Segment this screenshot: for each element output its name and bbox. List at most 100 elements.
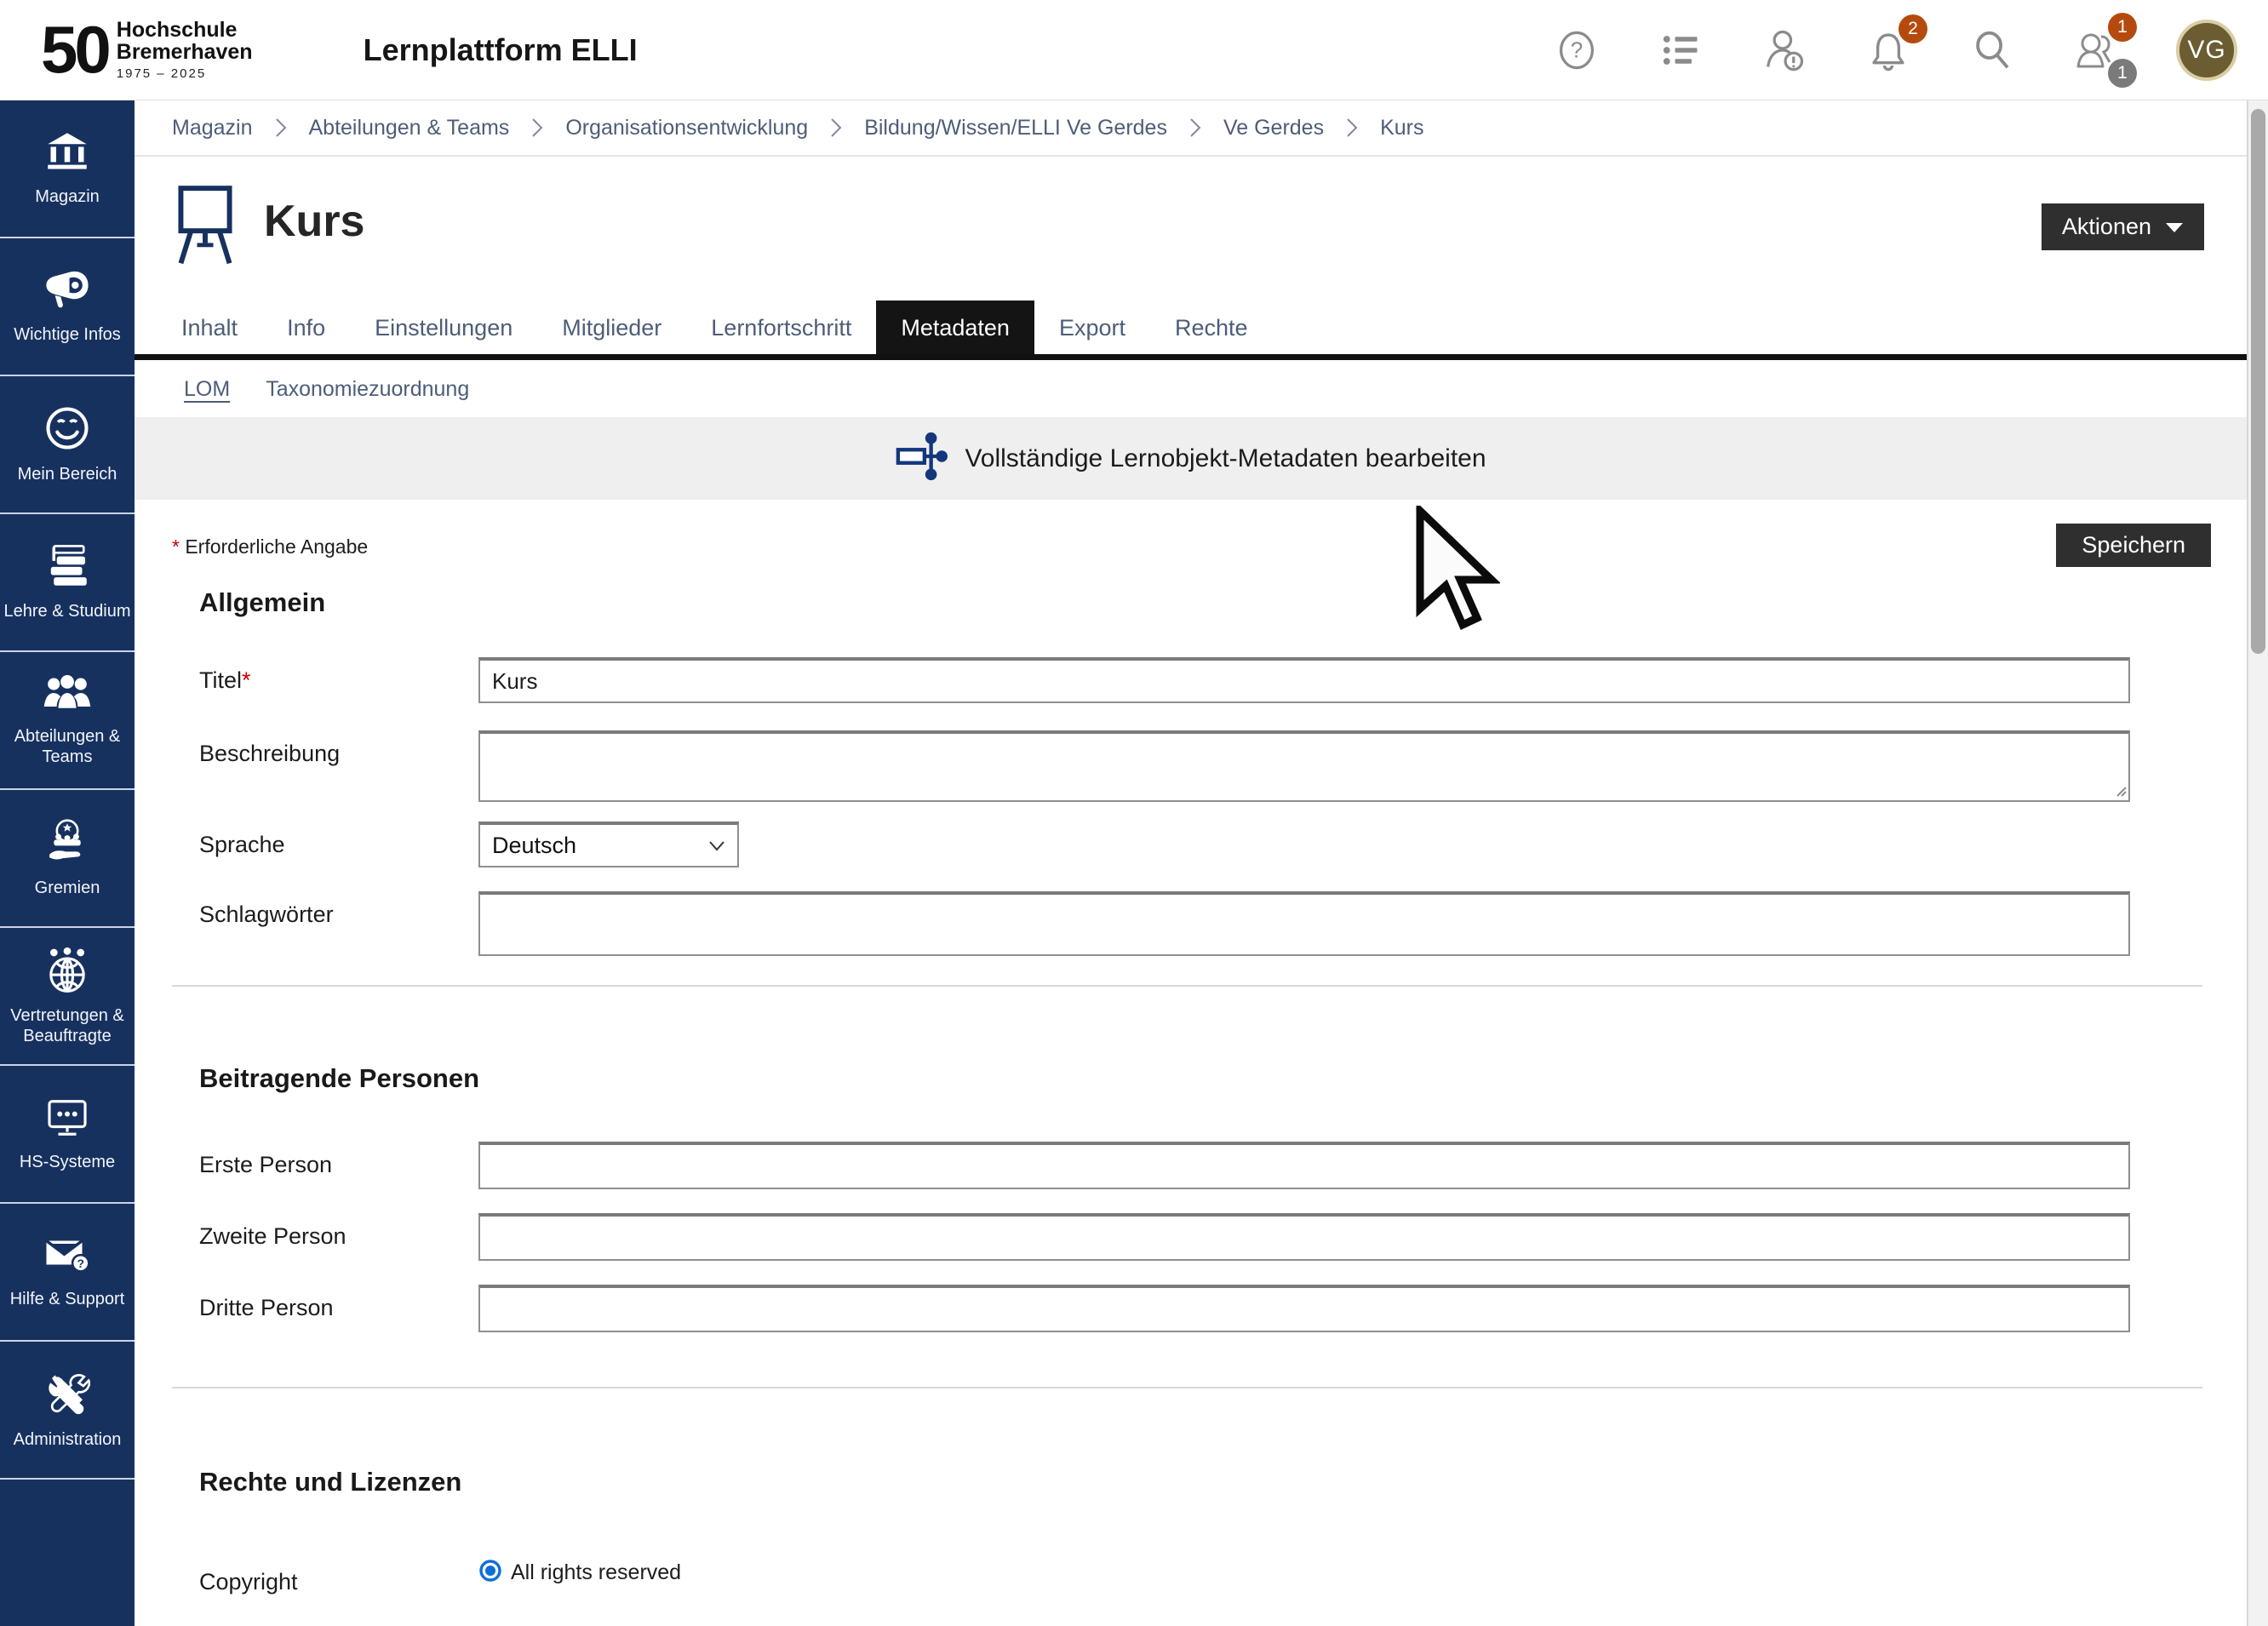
dritte-person-input[interactable] (478, 1285, 2130, 1332)
mail-question-icon: ? (43, 1235, 91, 1280)
sidebar-item-hilfe-support[interactable]: ? Hilfe & Support (0, 1204, 135, 1342)
field-label-dritte-person: Dritte Person (199, 1285, 478, 1332)
vertical-scrollbar[interactable] (2248, 100, 2268, 1626)
sidebar-item-label: Mein Bereich (14, 464, 121, 484)
breadcrumb: Magazin Abteilungen & Teams Organisation… (135, 100, 2247, 157)
search-icon[interactable] (1968, 26, 2016, 74)
section-divider (172, 985, 2202, 987)
sidebar-item-magazin[interactable]: Magazin (0, 100, 135, 238)
titel-input[interactable] (478, 657, 2130, 703)
contacts-badge-top: 1 (2108, 13, 2137, 42)
sidebar-item-label: Gremien (32, 878, 104, 898)
sidebar-item-label: Abteilungen & Teams (0, 726, 135, 767)
breadcrumb-link[interactable]: Abteilungen & Teams (309, 116, 510, 140)
sidebar-filler (0, 1480, 135, 1626)
app-header: 50 Hochschule Bremerhaven 1975 – 2025 Le… (0, 0, 2268, 100)
books-icon (43, 544, 91, 593)
sidebar-item-label: Lehre & Studium (1, 601, 135, 621)
actions-button[interactable]: Aktionen (2042, 203, 2204, 250)
sidebar-item-hs-systeme[interactable]: HS-Systeme (0, 1066, 135, 1204)
main-content: Magazin Abteilungen & Teams Organisation… (135, 100, 2248, 1626)
section-heading-allgemein: Allgemein (199, 587, 2247, 618)
field-label-schlagwoerter: Schlagwörter (199, 891, 478, 956)
required-row: * Erforderliche Angabe Speichern (135, 524, 2247, 567)
sidebar-item-label: Magazin (32, 186, 103, 207)
scrollbar-thumb[interactable] (2251, 109, 2265, 654)
sidebar-item-mein-bereich[interactable]: Mein Bereich (0, 376, 135, 514)
breadcrumb-link[interactable]: Ve Gerdes (1223, 116, 1324, 140)
field-row-dritte-person: Dritte Person (199, 1285, 2247, 1332)
logo-text: Hochschule Bremerhaven 1975 – 2025 (117, 19, 253, 82)
tab-rechte[interactable]: Rechte (1150, 301, 1273, 354)
sidebar-item-abteilungen-teams[interactable]: Abteilungen & Teams (0, 652, 135, 790)
tab-export[interactable]: Export (1034, 301, 1150, 354)
field-row-titel: Titel* (199, 657, 2247, 703)
megaphone-icon (43, 269, 91, 316)
app-title: Lernplattform ELLI (364, 32, 638, 68)
field-label-titel: Titel* (199, 657, 478, 703)
contacts-badge-bottom: 1 (2108, 59, 2137, 88)
sidebar-item-label: Administration (10, 1429, 125, 1450)
section-heading-beitragende: Beitragende Personen (199, 1063, 2247, 1094)
logo-years: 1975 – 2025 (117, 66, 253, 81)
tab-metadaten[interactable]: Metadaten (876, 301, 1034, 354)
todo-list-icon[interactable] (1657, 26, 1704, 74)
field-row-erste-person: Erste Person (199, 1142, 2247, 1189)
tab-info[interactable]: Info (262, 301, 350, 354)
field-label-copyright: Copyright (199, 1559, 478, 1595)
page-title-row: Kurs Aktionen (135, 182, 2247, 272)
chevron-right-icon (531, 117, 543, 138)
user-avatar[interactable]: VG (2176, 20, 2237, 81)
sidebar-item-lehre-studium[interactable]: Lehre & Studium (0, 514, 135, 652)
radio-selected-icon[interactable] (478, 1559, 502, 1587)
sprache-select-value: Deutsch (492, 833, 576, 859)
erste-person-input[interactable] (478, 1142, 2130, 1189)
sidebar-item-vertretungen[interactable]: Vertretungen & Beauftragte (0, 928, 135, 1066)
help-icon[interactable]: ? (1553, 26, 1601, 74)
sidebar-item-gremien[interactable]: Gremien (0, 790, 135, 928)
field-row-zweite-person: Zweite Person (199, 1213, 2247, 1261)
caret-down-icon (2165, 221, 2184, 233)
section-heading-rechte: Rechte und Lizenzen (199, 1467, 2247, 1497)
breadcrumb-link[interactable]: Magazin (172, 116, 253, 140)
people-group-icon (43, 674, 92, 718)
awareness-person-icon[interactable] (1761, 26, 1808, 74)
tab-einstellungen[interactable]: Einstellungen (350, 301, 537, 354)
field-row-copyright: Copyright All rights reserved (199, 1559, 2247, 1595)
chevron-right-icon (830, 117, 842, 138)
field-row-schlagwoerter: Schlagwörter (199, 891, 2247, 956)
globe-people-icon (43, 947, 91, 997)
breadcrumb-link[interactable]: Bildung/Wissen/ELLI Ve Gerdes (864, 116, 1167, 140)
sidebar-item-administration[interactable]: Administration (0, 1342, 135, 1480)
chevron-down-icon (708, 840, 725, 851)
beschreibung-textarea[interactable] (478, 730, 2130, 802)
sprache-select[interactable]: Deutsch (478, 822, 739, 867)
logo-line1: Hochschule (117, 19, 253, 41)
contacts-icon[interactable]: 1 1 (2072, 26, 2120, 74)
sidebar-item-wichtige-infos[interactable]: Wichtige Infos (0, 238, 135, 376)
edit-full-metadata-banner[interactable]: Vollständige Lernobjekt-Metadaten bearbe… (135, 417, 2247, 500)
field-label-zweite-person: Zweite Person (199, 1213, 478, 1261)
zweite-person-input[interactable] (478, 1213, 2130, 1261)
subtab-taxonomiezuordnung[interactable]: Taxonomiezuordnung (266, 377, 469, 402)
notifications-bell-icon[interactable]: 2 (1864, 26, 1912, 74)
tab-inhalt[interactable]: Inhalt (157, 301, 262, 354)
copyright-option-label[interactable]: All rights reserved (511, 1560, 681, 1585)
save-button[interactable]: Speichern (2056, 524, 2211, 567)
required-asterisk: * (172, 535, 185, 558)
breadcrumb-link[interactable]: Kurs (1380, 116, 1423, 140)
sidebar-item-label: HS-Systeme (16, 1152, 118, 1172)
subtab-lom[interactable]: LOM (184, 377, 230, 402)
tab-mitglieder[interactable]: Mitglieder (537, 301, 686, 354)
course-easel-icon (172, 182, 238, 272)
hochschule-bremerhaven-logo: 50 Hochschule Bremerhaven 1975 – 2025 (41, 19, 253, 82)
metadata-tree-icon (895, 430, 948, 487)
smiley-icon (44, 405, 90, 455)
breadcrumb-link[interactable]: Organisationsentwicklung (565, 116, 808, 140)
svg-text:?: ? (1571, 37, 1583, 62)
sidebar-item-label: Hilfe & Support (7, 1289, 129, 1309)
main-sidebar: Magazin Wichtige Infos Me (0, 100, 135, 1626)
tab-lernfortschritt[interactable]: Lernfortschritt (686, 301, 876, 354)
titel-label-text: Titel (199, 667, 242, 693)
schlagwoerter-input[interactable] (478, 891, 2130, 956)
